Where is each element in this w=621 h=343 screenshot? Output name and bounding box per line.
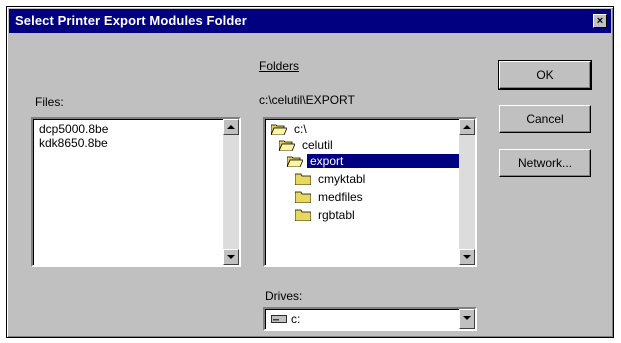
network-button[interactable]: Network... <box>499 149 591 177</box>
files-list[interactable]: dcp5000.8be kdk8650.8be <box>31 117 241 267</box>
arrow-up-icon <box>227 125 235 129</box>
arrow-down-icon <box>463 255 471 259</box>
ok-button[interactable]: OK <box>498 60 592 90</box>
tree-item-export[interactable]: export <box>287 153 459 169</box>
folder-icon <box>295 191 311 203</box>
drives-dropdown-button[interactable] <box>459 309 475 329</box>
files-label: Files: <box>35 95 64 109</box>
file-item[interactable]: kdk8650.8be <box>39 136 108 150</box>
folder-icon <box>295 173 311 185</box>
folder-icon <box>295 209 311 221</box>
title-bar[interactable]: Select Printer Export Modules Folder × <box>9 9 611 33</box>
current-path: c:\celutil\EXPORT <box>259 93 355 107</box>
drives-select[interactable]: c: <box>263 307 477 331</box>
folders-scrollbar[interactable] <box>459 119 475 265</box>
arrow-down-icon <box>227 255 235 259</box>
file-item[interactable]: dcp5000.8be <box>39 122 108 136</box>
drive-value: c: <box>291 312 301 326</box>
chevron-down-icon <box>463 316 471 320</box>
open-folder-icon <box>287 156 303 167</box>
scroll-up-button[interactable] <box>223 119 239 135</box>
dialog-title: Select Printer Export Modules Folder <box>15 13 247 28</box>
folders-label: Folders <box>259 59 300 73</box>
folders-tree[interactable]: c:\ celutil export cmyktabl medfiles rgb… <box>263 117 477 267</box>
files-scrollbar[interactable] <box>223 119 239 265</box>
drives-label: Drives: <box>265 289 303 303</box>
select-folder-dialog: Select Printer Export Modules Folder × F… <box>6 6 614 338</box>
close-icon: × <box>596 15 604 27</box>
cancel-button[interactable]: Cancel <box>499 105 591 133</box>
open-folder-icon <box>271 124 287 135</box>
open-folder-icon <box>279 140 295 151</box>
arrow-up-icon <box>463 125 471 129</box>
scroll-down-button[interactable] <box>223 249 239 265</box>
close-button[interactable]: × <box>593 14 607 28</box>
drive-icon <box>271 315 287 323</box>
scroll-up-button[interactable] <box>459 119 475 135</box>
scroll-down-button[interactable] <box>459 249 475 265</box>
